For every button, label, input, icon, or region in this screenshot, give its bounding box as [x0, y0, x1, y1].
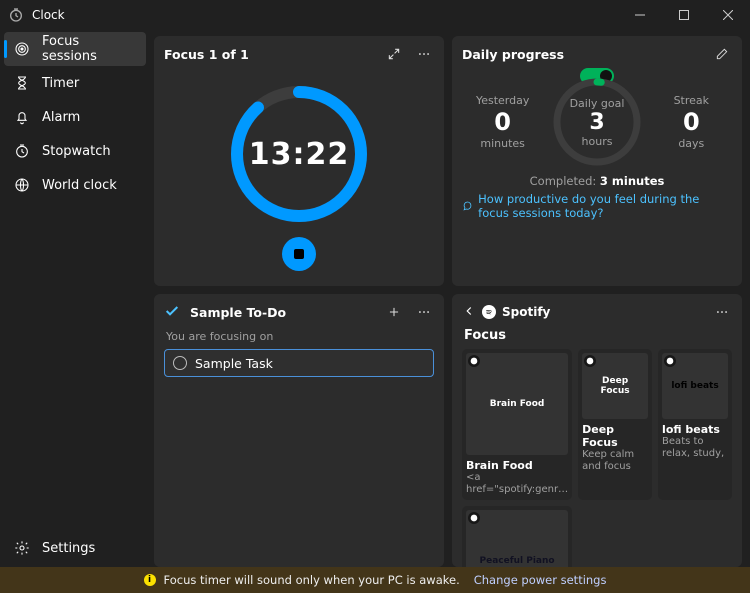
spotify-playlist-grid: Brain Food Brain Food <a href="spotify:g…: [452, 349, 742, 567]
sidebar-item-settings[interactable]: Settings: [4, 531, 146, 565]
daily-progress-card: Daily progress Yesterday 0 minutes: [452, 36, 742, 286]
globe-icon: [14, 177, 30, 193]
title-bar: Clock: [0, 0, 750, 30]
stop-focus-button[interactable]: [282, 237, 316, 271]
todo-title: Sample To-Do: [190, 305, 286, 320]
spotify-brand: Spotify: [502, 305, 550, 319]
spotify-back-button[interactable]: [462, 304, 476, 321]
productivity-question-link[interactable]: How productive do you feel during the fo…: [462, 192, 732, 220]
daily-title: Daily progress: [462, 47, 564, 62]
completed-text: Completed: 3 minutes: [462, 174, 732, 188]
playlist-item[interactable]: Brain Food Brain Food <a href="spotify:g…: [462, 349, 572, 500]
change-power-settings-link[interactable]: Change power settings: [474, 573, 607, 587]
sidebar-item-focus-sessions[interactable]: Focus sessions: [4, 32, 146, 66]
sidebar-item-label: Timer: [42, 76, 79, 91]
sidebar-item-label: Settings: [42, 541, 95, 556]
task-row[interactable]: Sample Task: [164, 349, 434, 377]
maximize-button[interactable]: [662, 0, 706, 30]
daily-goal-ring: Daily goal 3 hours: [549, 74, 645, 170]
app-icon: [8, 7, 24, 23]
sidebar: Focus sessions Timer Alarm Stopwatch Wor…: [0, 30, 150, 567]
focus-session-card: Focus 1 of 1 13:22: [154, 36, 444, 286]
warning-text: Focus timer will sound only when your PC…: [164, 573, 460, 587]
warning-icon: i: [144, 574, 156, 586]
playlist-item[interactable]: lofi beats lofi beats Beats to relax, st…: [658, 349, 732, 500]
more-button[interactable]: [412, 42, 436, 66]
minimize-button[interactable]: [618, 0, 662, 30]
sidebar-item-alarm[interactable]: Alarm: [4, 100, 146, 134]
edit-daily-button[interactable]: [710, 42, 734, 66]
sidebar-item-world-clock[interactable]: World clock: [4, 168, 146, 202]
spotify-badge-icon: [468, 512, 480, 524]
sidebar-item-label: World clock: [42, 178, 117, 193]
todo-subtitle: You are focusing on: [154, 328, 444, 349]
focus-header: Focus 1 of 1: [164, 47, 249, 62]
spotify-logo-icon: [482, 305, 496, 319]
sidebar-item-label: Focus sessions: [42, 34, 136, 64]
stop-icon: [294, 249, 304, 259]
playlist-art: Peaceful Piano: [466, 510, 568, 567]
todo-card: Sample To-Do You are focusing on Sample …: [154, 294, 444, 567]
spotify-card: Spotify Focus Brain Food Brain Food <a h…: [452, 294, 742, 567]
playlist-art: Brain Food: [466, 353, 568, 455]
spotify-badge-icon: [584, 355, 596, 367]
spotify-section-title: Focus: [452, 326, 742, 349]
todo-app-icon: [164, 303, 180, 322]
stat-streak: Streak 0 days: [656, 94, 726, 150]
playlist-item[interactable]: Peaceful Piano Peaceful Piano Relax and …: [462, 506, 572, 567]
sidebar-item-label: Alarm: [42, 110, 80, 125]
sidebar-item-label: Stopwatch: [42, 144, 111, 159]
sidebar-item-stopwatch[interactable]: Stopwatch: [4, 134, 146, 168]
task-checkbox[interactable]: [173, 356, 187, 370]
window-title: Clock: [32, 8, 65, 22]
warning-bar: i Focus timer will sound only when your …: [0, 567, 750, 593]
sidebar-item-timer[interactable]: Timer: [4, 66, 146, 100]
todo-more-button[interactable]: [412, 300, 436, 324]
task-title: Sample Task: [195, 356, 273, 371]
expand-button[interactable]: [382, 42, 406, 66]
playlist-item[interactable]: Deep Focus Deep Focus Keep calm and focu…: [578, 349, 652, 500]
spotify-more-button[interactable]: [710, 300, 734, 324]
gear-icon: [14, 540, 30, 556]
spotify-badge-icon: [664, 355, 676, 367]
target-icon: [14, 41, 30, 57]
stopwatch-icon: [14, 143, 30, 159]
spotify-badge-icon: [468, 355, 480, 367]
focus-time-remaining: 13:22: [224, 79, 374, 229]
add-task-button[interactable]: [382, 300, 406, 324]
close-button[interactable]: [706, 0, 750, 30]
bell-icon: [14, 109, 30, 125]
stat-yesterday: Yesterday 0 minutes: [468, 94, 538, 150]
focus-progress-ring: 13:22: [224, 79, 374, 229]
hourglass-icon: [14, 75, 30, 91]
